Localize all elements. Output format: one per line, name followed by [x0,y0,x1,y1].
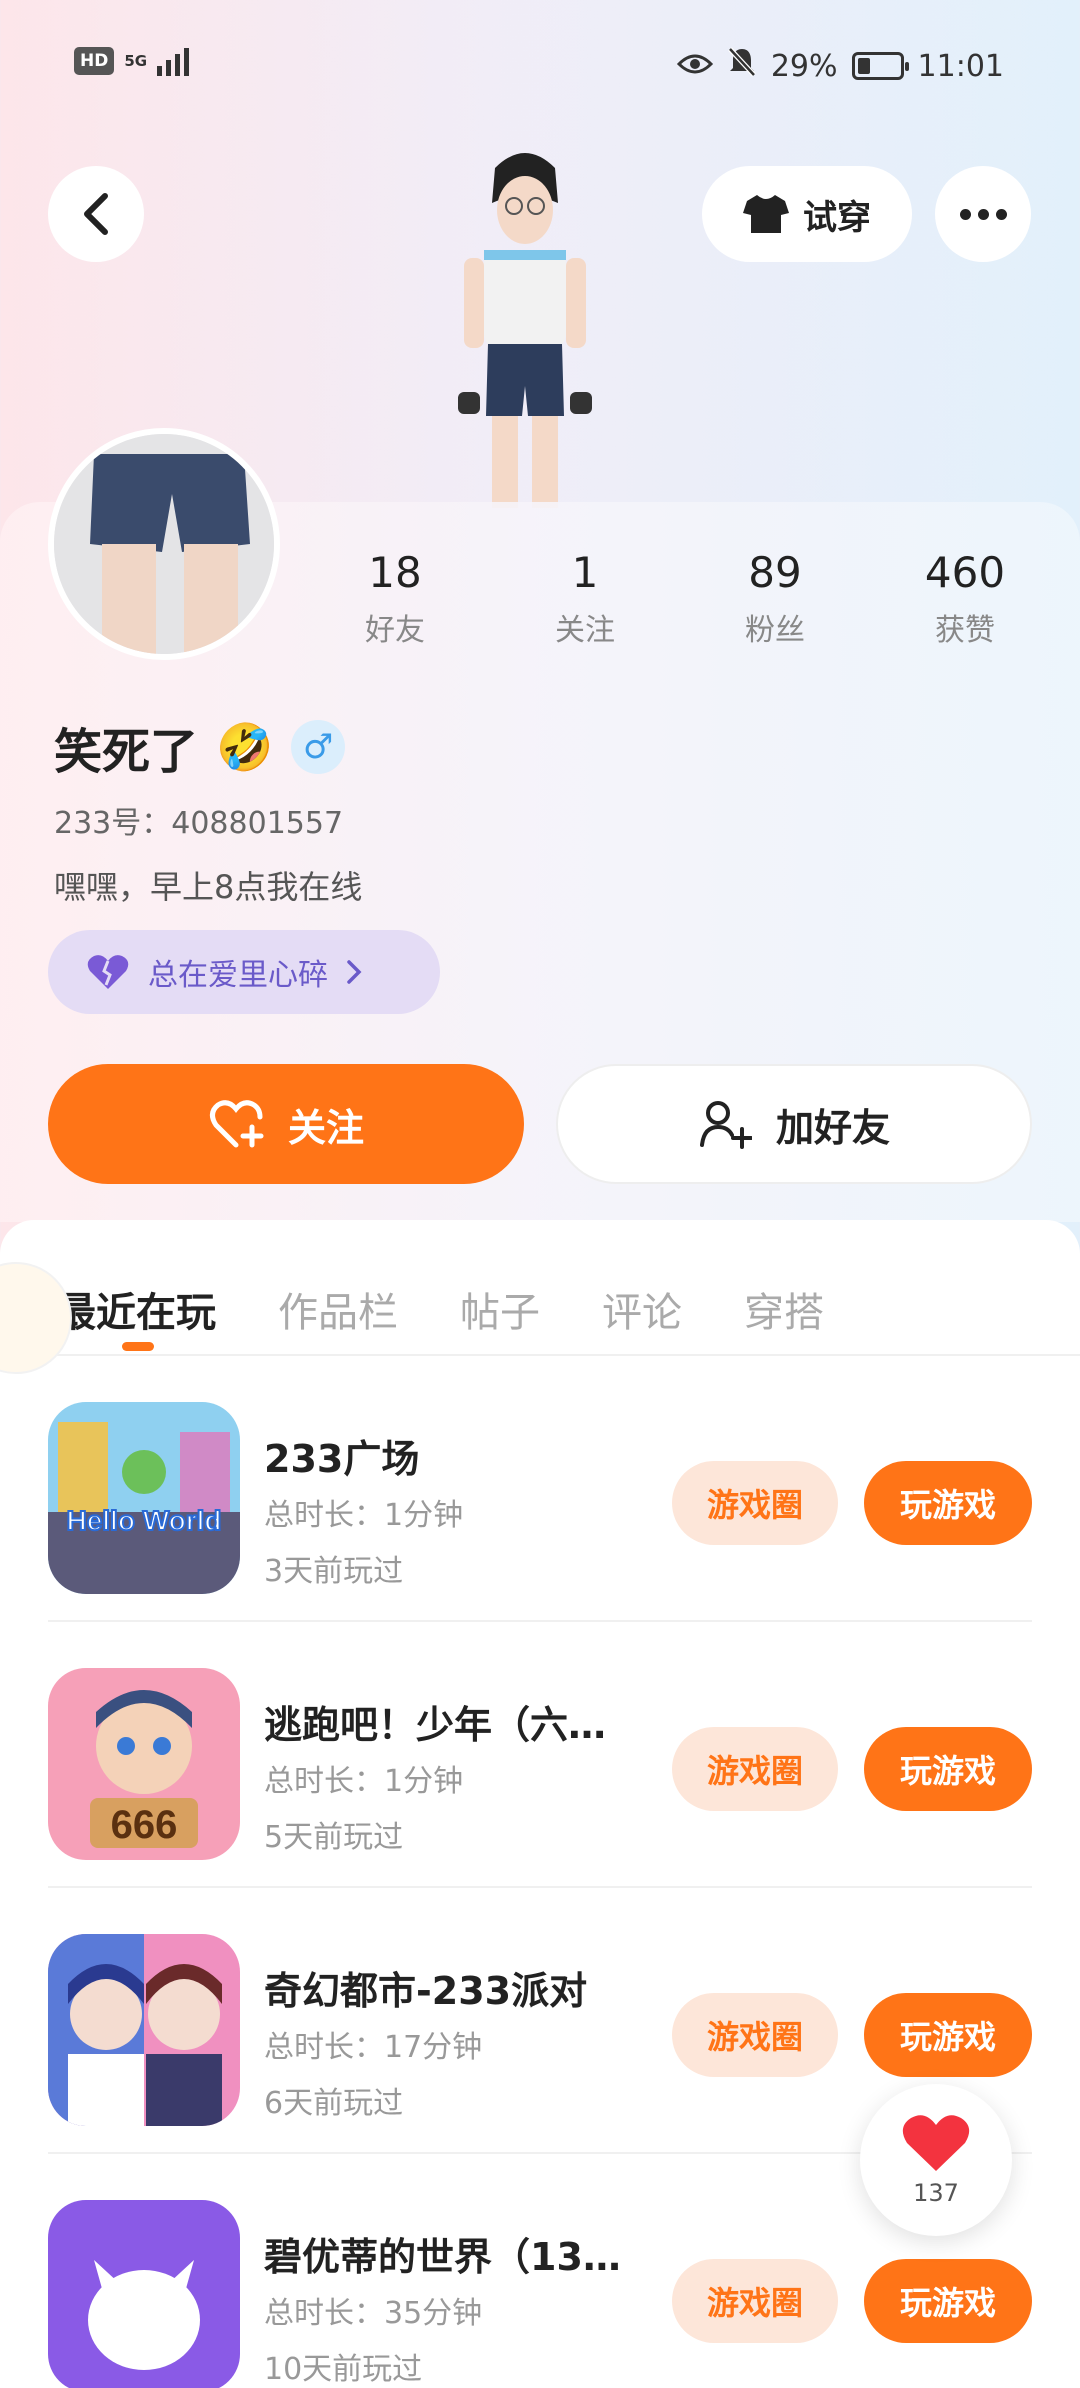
try-on-label: 试穿 [803,197,871,238]
tag-pill[interactable]: 总在爱里心碎 [48,930,440,1014]
mute-bell-icon [727,46,757,86]
rofl-emoji-icon: 🤣 [216,719,274,774]
game-circle-button[interactable]: 游戏圈 [672,2259,838,2343]
username: 笑死了 [54,724,199,780]
play-game-button[interactable]: 玩游戏 [864,1461,1032,1545]
like-floating-button[interactable]: 137 [860,2084,1012,2236]
try-on-button[interactable]: 试穿 [702,166,912,262]
game-title: 逃跑吧！少年（六… [264,1703,607,1747]
game-last-played: 6天前玩过 [264,2086,404,2121]
game-last-played: 5天前玩过 [264,1820,404,1855]
chevron-right-icon [347,960,362,984]
game-icon-beauty-world[interactable] [48,2200,240,2388]
clock: 11:01 [917,48,1004,84]
hd-badge: HD [74,47,115,75]
tab-outfits[interactable]: 穿搭 [744,1280,824,1338]
chevron-left-icon [84,193,108,235]
follow-label: 关注 [287,1105,364,1150]
dot-icon [995,208,1007,220]
tab-bar: 最近在玩 作品栏 帖子 评论 穿搭 [56,1280,824,1338]
eye-icon [676,49,713,84]
add-friend-label: 加好友 [775,1105,890,1150]
game-duration: 总时长：35分钟 [264,2296,483,2331]
stat-following[interactable]: 1 关注 [490,548,680,649]
game-last-played: 10天前玩过 [264,2352,423,2387]
status-bar: HD 5G 29% 11:01 [0,0,1080,130]
battery-icon [851,52,909,80]
stat-label: 关注 [555,613,615,648]
game-duration: 总时长：17分钟 [264,2030,483,2065]
tshirt-icon [743,195,789,233]
tab-recently-played[interactable]: 最近在玩 [56,1280,216,1338]
stat-value: 460 [924,548,1006,597]
status-right: 29% 11:01 [676,46,1004,86]
male-gender-icon: ♂ [291,720,346,774]
game-icon-text: Hello World [66,1505,221,1536]
avatar-3d-figure[interactable] [440,148,610,508]
back-button[interactable] [48,166,144,262]
game-icon-text: 666 [111,1803,178,1847]
tab-posts[interactable]: 帖子 [460,1280,540,1338]
more-options-button[interactable] [935,166,1031,262]
stat-label: 获赞 [935,613,995,648]
follow-button[interactable]: 关注 [48,1064,524,1184]
game-circle-button[interactable]: 游戏圈 [672,1993,838,2077]
stat-fans[interactable]: 89 粉丝 [680,548,870,649]
bio: 嘿嘿，早上8点我在线 [54,868,363,906]
play-game-button[interactable]: 玩游戏 [864,1727,1032,1811]
stat-value: 18 [368,548,422,597]
game-last-played: 3天前玩过 [264,1554,404,1589]
active-tab-indicator [122,1342,154,1351]
stat-value: 89 [748,548,802,597]
network-type: 5G [124,52,148,70]
stat-friends[interactable]: 18 好友 [300,548,490,649]
list-item[interactable]: 666 逃跑吧！少年（六… 总时长：1分钟 5天前玩过 游戏圈 玩游戏 [48,1622,1032,1888]
game-title: 233广场 [264,1437,420,1481]
status-left: HD 5G [74,46,190,76]
stat-likes[interactable]: 460 获赞 [870,548,1060,649]
list-item[interactable]: Hello World 233广场 总时长：1分钟 3天前玩过 游戏圈 玩游戏 [48,1356,1032,1622]
play-game-button[interactable]: 玩游戏 [864,1993,1032,2077]
profile-stats: 18 好友 1 关注 89 粉丝 460 获赞 [300,548,1060,649]
game-icon-escape-boy[interactable]: 666 [48,1668,240,1860]
stat-label: 粉丝 [745,613,805,648]
battery-percent: 29% [770,48,838,84]
game-circle-button[interactable]: 游戏圈 [672,1727,838,1811]
add-friend-button[interactable]: 加好友 [556,1064,1032,1184]
stat-value: 1 [571,548,599,597]
avatar[interactable] [48,428,280,660]
tab-comments[interactable]: 评论 [602,1280,682,1338]
heart-icon [902,2115,970,2171]
game-icon-fantasy-city[interactable] [48,1934,240,2126]
add-user-icon [699,1101,752,1149]
dot-icon [959,208,971,220]
signal-icon [157,46,190,76]
play-game-button[interactable]: 玩游戏 [864,2259,1032,2343]
username-row: 笑死了 🤣 ♂ [54,712,346,782]
tab-works[interactable]: 作品栏 [278,1280,398,1338]
tag-label: 总在爱里心碎 [148,958,328,993]
game-title: 碧优蒂的世界（13… [264,2235,621,2279]
game-title: 奇幻都市-233派对 [264,1969,588,2013]
game-duration: 总时长：1分钟 [264,1764,464,1799]
heart-plus-icon [209,1100,264,1148]
stat-label: 好友 [365,613,425,648]
broken-heart-icon [87,955,129,989]
user-id[interactable]: 233号：408801557 [54,798,343,842]
game-circle-button[interactable]: 游戏圈 [672,1461,838,1545]
game-duration: 总时长：1分钟 [264,1498,464,1533]
game-icon-hello-world[interactable]: Hello World [48,1402,240,1594]
dot-icon [977,208,989,220]
like-count: 137 [913,2179,959,2207]
